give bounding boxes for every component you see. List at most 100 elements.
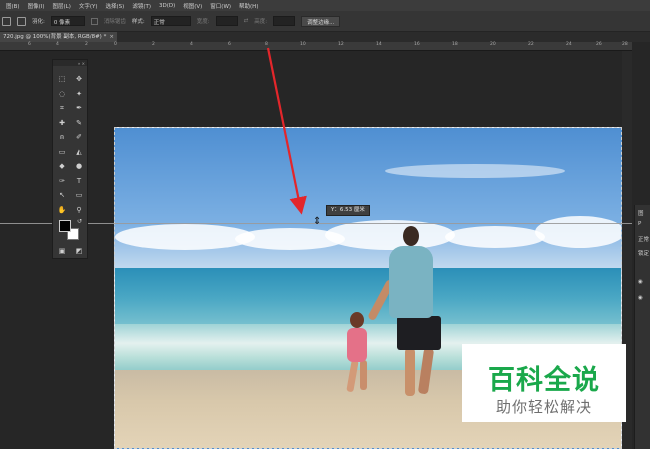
menu-item[interactable]: 文字(Y) <box>79 2 98 10</box>
dodge-tool-icon[interactable]: ● <box>73 161 85 171</box>
ruler-tick: 2 <box>85 42 88 47</box>
man-shorts <box>397 316 441 350</box>
cloud <box>325 220 455 250</box>
swap-icon[interactable]: ⇄ <box>244 18 249 24</box>
width-input[interactable] <box>215 16 238 26</box>
guide-position-tooltip: Y：6.53 厘米 <box>326 205 370 216</box>
watermark-title: 百科全说 <box>488 365 600 396</box>
healing-brush-tool-icon[interactable]: ✚ <box>56 118 68 128</box>
history-brush-tool-icon[interactable]: ✐ <box>73 132 85 142</box>
feather-input[interactable]: 0 像素 <box>50 16 85 26</box>
antialias-label: 消除锯齿 <box>103 19 126 25</box>
tools-panel-header[interactable]: » × <box>53 60 87 66</box>
ruler-tick: 28 <box>622 42 628 47</box>
height-input[interactable] <box>273 16 296 26</box>
feather-label: 羽化: <box>32 19 45 25</box>
man-shirt <box>389 246 433 318</box>
menu-item[interactable]: 3D(D) <box>159 3 175 9</box>
ruler-tick: 4 <box>56 42 59 47</box>
ruler-tick: 4 <box>190 42 193 47</box>
tools-panel: » × ⬚ ✥ ◌ ✦ ⌗ ✒ ✚ ✎ ⍝ ✐ ▭ ◭ ◆ ● ✑ T ↖ ▭ … <box>52 59 88 259</box>
antialias-checkbox[interactable] <box>90 17 98 25</box>
menu-item[interactable]: 滤镜(T) <box>132 2 151 10</box>
document-tab[interactable]: 720.jpg @ 100%(背景 副本, RGB/8#) * × <box>0 32 117 42</box>
document-tab-bar: 720.jpg @ 100%(背景 副本, RGB/8#) * × <box>0 32 650 42</box>
menu-item[interactable]: 帮助(H) <box>239 2 258 10</box>
cloud <box>535 216 621 248</box>
girl-body <box>347 328 367 362</box>
ruler-tick: 6 <box>28 42 31 47</box>
refine-edge-button[interactable]: 调整边缘... <box>301 15 341 27</box>
move-tool-icon[interactable]: ✥ <box>73 74 85 84</box>
crop-tool-icon[interactable]: ⌗ <box>56 103 68 113</box>
ruler-tick: 0 <box>114 42 117 47</box>
ruler-tick: 2 <box>152 42 155 47</box>
path-selection-tool-icon[interactable]: ↖ <box>56 190 68 200</box>
swap-colors-icon[interactable]: ↺ <box>77 218 82 225</box>
menu-item[interactable]: 图像(I) <box>28 2 45 10</box>
ruler-tick: 18 <box>452 42 458 47</box>
visibility-icon[interactable]: ◉ <box>638 295 643 301</box>
screen-mode-icon[interactable]: ◩ <box>73 246 85 256</box>
cloud <box>385 164 565 178</box>
ruler-tick: 8 <box>265 42 268 47</box>
girl-head <box>350 312 364 328</box>
move-guide-cursor-icon: ⇕ <box>313 216 322 227</box>
ruler-tick: 20 <box>490 42 496 47</box>
dock-label: 锁定 <box>638 251 650 257</box>
girl-leg <box>360 360 367 390</box>
ruler-tick: 10 <box>300 42 306 47</box>
eyedropper-tool-icon[interactable]: ✒ <box>73 103 85 113</box>
menu-item[interactable]: 选择(S) <box>106 2 125 10</box>
width-label: 宽度: <box>196 19 210 25</box>
ruler-tick: 26 <box>596 42 602 47</box>
layers-panel-dock[interactable]: 图 P 正常 锁定 ◉ ◉ <box>634 205 650 449</box>
menu-item[interactable]: 窗口(W) <box>210 2 231 10</box>
style-select[interactable]: 正常 <box>150 16 191 26</box>
menu-item[interactable]: 图层(L) <box>53 2 71 10</box>
menu-item[interactable]: 图(B) <box>6 2 20 10</box>
magic-wand-tool-icon[interactable]: ✦ <box>73 89 85 99</box>
clone-stamp-tool-icon[interactable]: ⍝ <box>56 132 68 142</box>
ruler-tick: 24 <box>566 42 572 47</box>
document-tab-title: 720.jpg @ 100%(背景 副本, RGB/8#) * <box>3 34 107 40</box>
watermark-badge: 百科全说 助你轻松解决 <box>462 344 626 422</box>
man-head <box>403 226 419 246</box>
eraser-tool-icon[interactable]: ▭ <box>56 147 68 157</box>
watermark-subtitle: 助你轻松解决 <box>495 398 592 416</box>
options-bar: 羽化: 0 像素 消除锯齿 样式: 正常 宽度: ⇄ 高度: 调整边缘... <box>0 11 650 32</box>
height-label: 高度: <box>254 19 268 25</box>
hand-tool-icon[interactable]: ✋ <box>56 205 68 215</box>
marquee-preset-icon[interactable] <box>2 16 11 26</box>
dock-label: 图 <box>638 211 644 217</box>
ruler-tick: 6 <box>228 42 231 47</box>
cloud <box>115 224 255 250</box>
dock-label: 正常 <box>638 237 650 243</box>
type-tool-icon[interactable]: T <box>73 176 85 186</box>
foreground-color-swatch[interactable] <box>59 220 71 232</box>
visibility-icon[interactable]: ◉ <box>638 279 643 285</box>
ruler-tick: 16 <box>414 42 420 47</box>
dock-label: P <box>638 221 642 227</box>
cloud <box>445 226 545 248</box>
ruler-tick: 14 <box>376 42 382 47</box>
zoom-tool-icon[interactable]: ⚲ <box>73 205 85 215</box>
paint-bucket-tool-icon[interactable]: ◭ <box>73 147 85 157</box>
pen-tool-icon[interactable]: ✑ <box>56 176 68 186</box>
man-leg <box>405 348 415 396</box>
brush-tool-icon[interactable]: ✎ <box>73 118 85 128</box>
close-tab-icon[interactable]: × <box>109 34 114 40</box>
horizontal-ruler[interactable]: 6 4 2 0 2 4 6 8 10 12 14 16 18 20 22 24 … <box>0 42 632 51</box>
blur-tool-icon[interactable]: ◆ <box>56 161 68 171</box>
menu-item[interactable]: 视图(V) <box>183 2 202 10</box>
quick-mask-icon[interactable]: ▣ <box>56 246 68 256</box>
lasso-tool-icon[interactable]: ◌ <box>56 89 68 99</box>
rectangle-tool-icon[interactable]: ▭ <box>73 190 85 200</box>
menu-bar: 图(B) 图像(I) 图层(L) 文字(Y) 选择(S) 滤镜(T) 3D(D)… <box>0 0 650 11</box>
style-label: 样式: <box>131 19 145 25</box>
ruler-tick: 22 <box>528 42 534 47</box>
selection-mode-icon[interactable] <box>17 16 26 26</box>
ruler-tick: 12 <box>338 42 344 47</box>
sea <box>115 268 621 328</box>
marquee-tool-icon[interactable]: ⬚ <box>56 74 68 84</box>
